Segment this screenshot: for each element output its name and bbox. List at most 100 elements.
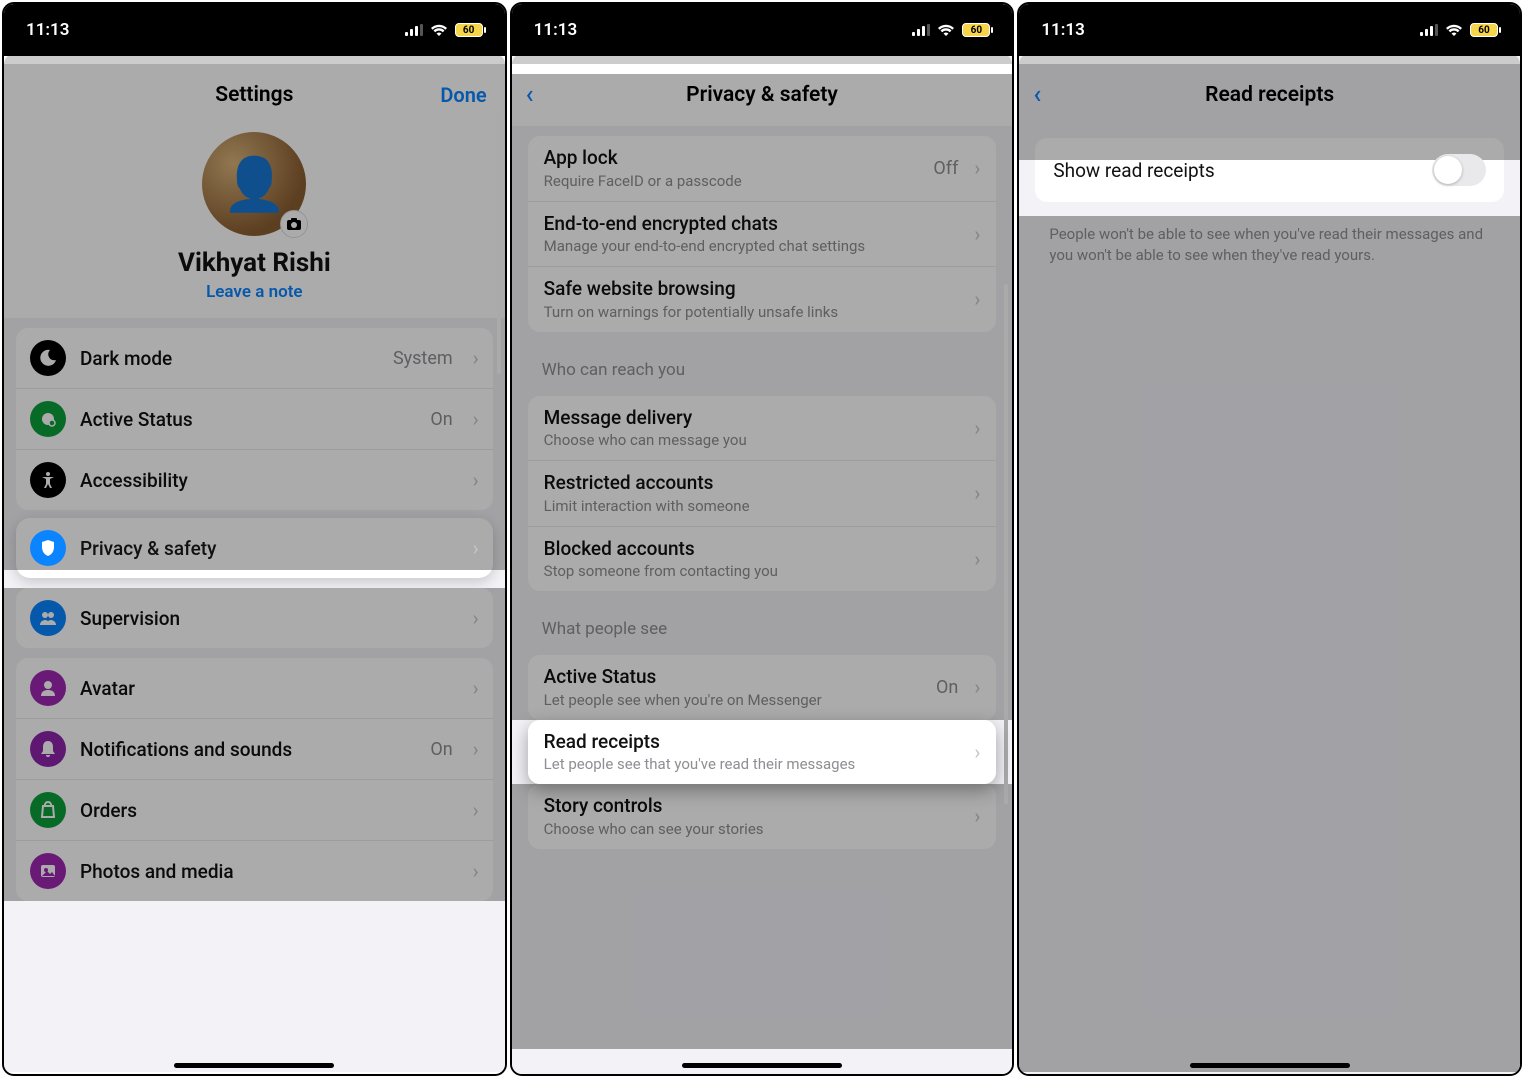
row-read-receipts-highlighted: Read receiptsLet people see that you've … bbox=[528, 720, 997, 785]
group-read-receipts: Show read receipts bbox=[1035, 138, 1504, 202]
avatar-icon bbox=[30, 670, 66, 706]
chevron-right-icon: › bbox=[473, 606, 479, 630]
page-title: Privacy & safety bbox=[686, 83, 838, 107]
phone-read-receipts: 11:13 60 ‹ Read receipts Show read recei… bbox=[1017, 2, 1522, 1076]
people-icon bbox=[30, 600, 66, 636]
row-dark-mode[interactable]: Dark mode System › bbox=[16, 328, 493, 388]
status-time: 11:13 bbox=[534, 20, 577, 40]
settings-sheet: Settings Done 👤 Vikhyat Rishi Leave a no… bbox=[4, 56, 505, 1074]
toggle-label: Show read receipts bbox=[1053, 159, 1214, 182]
row-accessibility[interactable]: Accessibility › bbox=[16, 449, 493, 510]
row-avatar[interactable]: Avatar › bbox=[16, 658, 493, 718]
row-show-read-receipts[interactable]: Show read receipts bbox=[1035, 138, 1504, 202]
group-supervision: Supervision › bbox=[16, 588, 493, 648]
row-value: On bbox=[430, 409, 452, 430]
chevron-right-icon: › bbox=[974, 740, 980, 764]
row-active-status[interactable]: Active StatusLet people see when you're … bbox=[528, 655, 997, 720]
group-security: App lockRequire FaceID or a passcode Off… bbox=[528, 136, 997, 332]
privacy-header: ‹ Privacy & safety bbox=[512, 64, 1013, 126]
row-privacy-safety-highlighted: Privacy & safety › bbox=[16, 518, 493, 578]
chevron-right-icon: › bbox=[473, 536, 479, 560]
accessibility-icon bbox=[30, 462, 66, 498]
home-indicator[interactable] bbox=[1190, 1063, 1350, 1068]
status-right: 60 bbox=[405, 23, 483, 37]
row-notifications[interactable]: Notifications and sounds On › bbox=[16, 718, 493, 779]
statusbar: 11:13 60 bbox=[512, 4, 1013, 56]
profile-name: Vikhyat Rishi bbox=[4, 248, 505, 278]
row-value: On bbox=[430, 739, 452, 760]
section-what-people-see: What people see bbox=[512, 601, 1013, 645]
home-indicator[interactable] bbox=[174, 1063, 334, 1068]
scrollbar[interactable] bbox=[497, 114, 501, 374]
chevron-right-icon: › bbox=[473, 676, 479, 700]
group-preferences: Dark mode System › Active Status On › Ac… bbox=[16, 328, 493, 510]
chevron-right-icon: › bbox=[974, 287, 980, 311]
row-value: System bbox=[393, 348, 453, 369]
chevron-right-icon: › bbox=[974, 156, 980, 180]
row-story-controls[interactable]: Story controlsChoose who can see your st… bbox=[528, 784, 997, 849]
row-app-lock[interactable]: App lockRequire FaceID or a passcode Off… bbox=[528, 136, 997, 201]
status-right: 60 bbox=[1420, 23, 1498, 37]
footer-note: People won't be able to see when you've … bbox=[1019, 214, 1520, 276]
chevron-right-icon: › bbox=[473, 737, 479, 761]
camera-icon[interactable] bbox=[280, 210, 308, 238]
signal-icon bbox=[405, 24, 423, 36]
done-button[interactable]: Done bbox=[440, 83, 486, 107]
toggle-switch[interactable] bbox=[1432, 154, 1486, 186]
chevron-right-icon: › bbox=[974, 481, 980, 505]
moon-icon bbox=[30, 340, 66, 376]
shield-icon bbox=[30, 530, 66, 566]
read-receipts-header: ‹ Read receipts bbox=[1019, 64, 1520, 126]
photo-icon bbox=[30, 853, 66, 889]
status-icon bbox=[30, 401, 66, 437]
chevron-right-icon: › bbox=[974, 547, 980, 571]
group-reach: Message deliveryChoose who can message y… bbox=[528, 396, 997, 592]
row-supervision[interactable]: Supervision › bbox=[16, 588, 493, 648]
row-safe-browsing[interactable]: Safe website browsingTurn on warnings fo… bbox=[528, 266, 997, 332]
row-blocked[interactable]: Blocked accountsStop someone from contac… bbox=[528, 526, 997, 592]
row-label: Avatar bbox=[80, 677, 459, 700]
chevron-right-icon: › bbox=[473, 859, 479, 883]
row-orders[interactable]: Orders › bbox=[16, 779, 493, 840]
row-value: On bbox=[936, 677, 958, 698]
signal-icon bbox=[1420, 24, 1438, 36]
profile-section: 👤 Vikhyat Rishi Leave a note bbox=[4, 126, 505, 318]
read-receipts-sheet: ‹ Read receipts Show read receipts Peopl… bbox=[1019, 56, 1520, 1074]
row-label: Active Status bbox=[80, 408, 416, 431]
row-privacy-safety[interactable]: Privacy & safety › bbox=[16, 518, 493, 578]
row-message-delivery[interactable]: Message deliveryChoose who can message y… bbox=[528, 396, 997, 461]
chevron-right-icon: › bbox=[974, 675, 980, 699]
row-value: Off bbox=[933, 158, 958, 179]
wifi-icon bbox=[937, 23, 955, 37]
back-button[interactable]: ‹ bbox=[1033, 80, 1041, 110]
row-label: Orders bbox=[80, 799, 459, 822]
phone-settings: 11:13 60 Settings Done 👤 Vikhyat Rishi bbox=[2, 2, 507, 1076]
chevron-right-icon: › bbox=[974, 804, 980, 828]
statusbar: 11:13 60 bbox=[4, 4, 505, 56]
row-label: Photos and media bbox=[80, 860, 459, 883]
leave-note-link[interactable]: Leave a note bbox=[4, 282, 505, 302]
battery-icon: 60 bbox=[1470, 23, 1498, 37]
privacy-sheet: ‹ Privacy & safety App lockRequire FaceI… bbox=[512, 56, 1013, 1074]
settings-header: Settings Done bbox=[4, 64, 505, 126]
row-photos-media[interactable]: Photos and media › bbox=[16, 840, 493, 901]
row-read-receipts[interactable]: Read receiptsLet people see that you've … bbox=[528, 720, 997, 785]
row-label: Notifications and sounds bbox=[80, 738, 416, 761]
section-who-can-reach: Who can reach you bbox=[512, 342, 1013, 386]
battery-icon: 60 bbox=[962, 23, 990, 37]
battery-icon: 60 bbox=[455, 23, 483, 37]
row-label: Accessibility bbox=[80, 469, 459, 492]
status-time: 11:13 bbox=[26, 20, 69, 40]
status-time: 11:13 bbox=[1041, 20, 1084, 40]
row-active-status[interactable]: Active Status On › bbox=[16, 388, 493, 449]
chevron-right-icon: › bbox=[473, 346, 479, 370]
row-label: Supervision bbox=[80, 607, 459, 630]
phone-privacy-safety: 11:13 60 ‹ Privacy & safety App lockRequ… bbox=[510, 2, 1015, 1076]
row-restricted[interactable]: Restricted accountsLimit interaction wit… bbox=[528, 460, 997, 526]
back-button[interactable]: ‹ bbox=[526, 80, 534, 110]
row-e2e-chats[interactable]: End-to-end encrypted chatsManage your en… bbox=[528, 201, 997, 267]
wifi-icon bbox=[430, 23, 448, 37]
scrollbar[interactable] bbox=[1004, 284, 1008, 804]
home-indicator[interactable] bbox=[682, 1063, 842, 1068]
chevron-right-icon: › bbox=[974, 222, 980, 246]
